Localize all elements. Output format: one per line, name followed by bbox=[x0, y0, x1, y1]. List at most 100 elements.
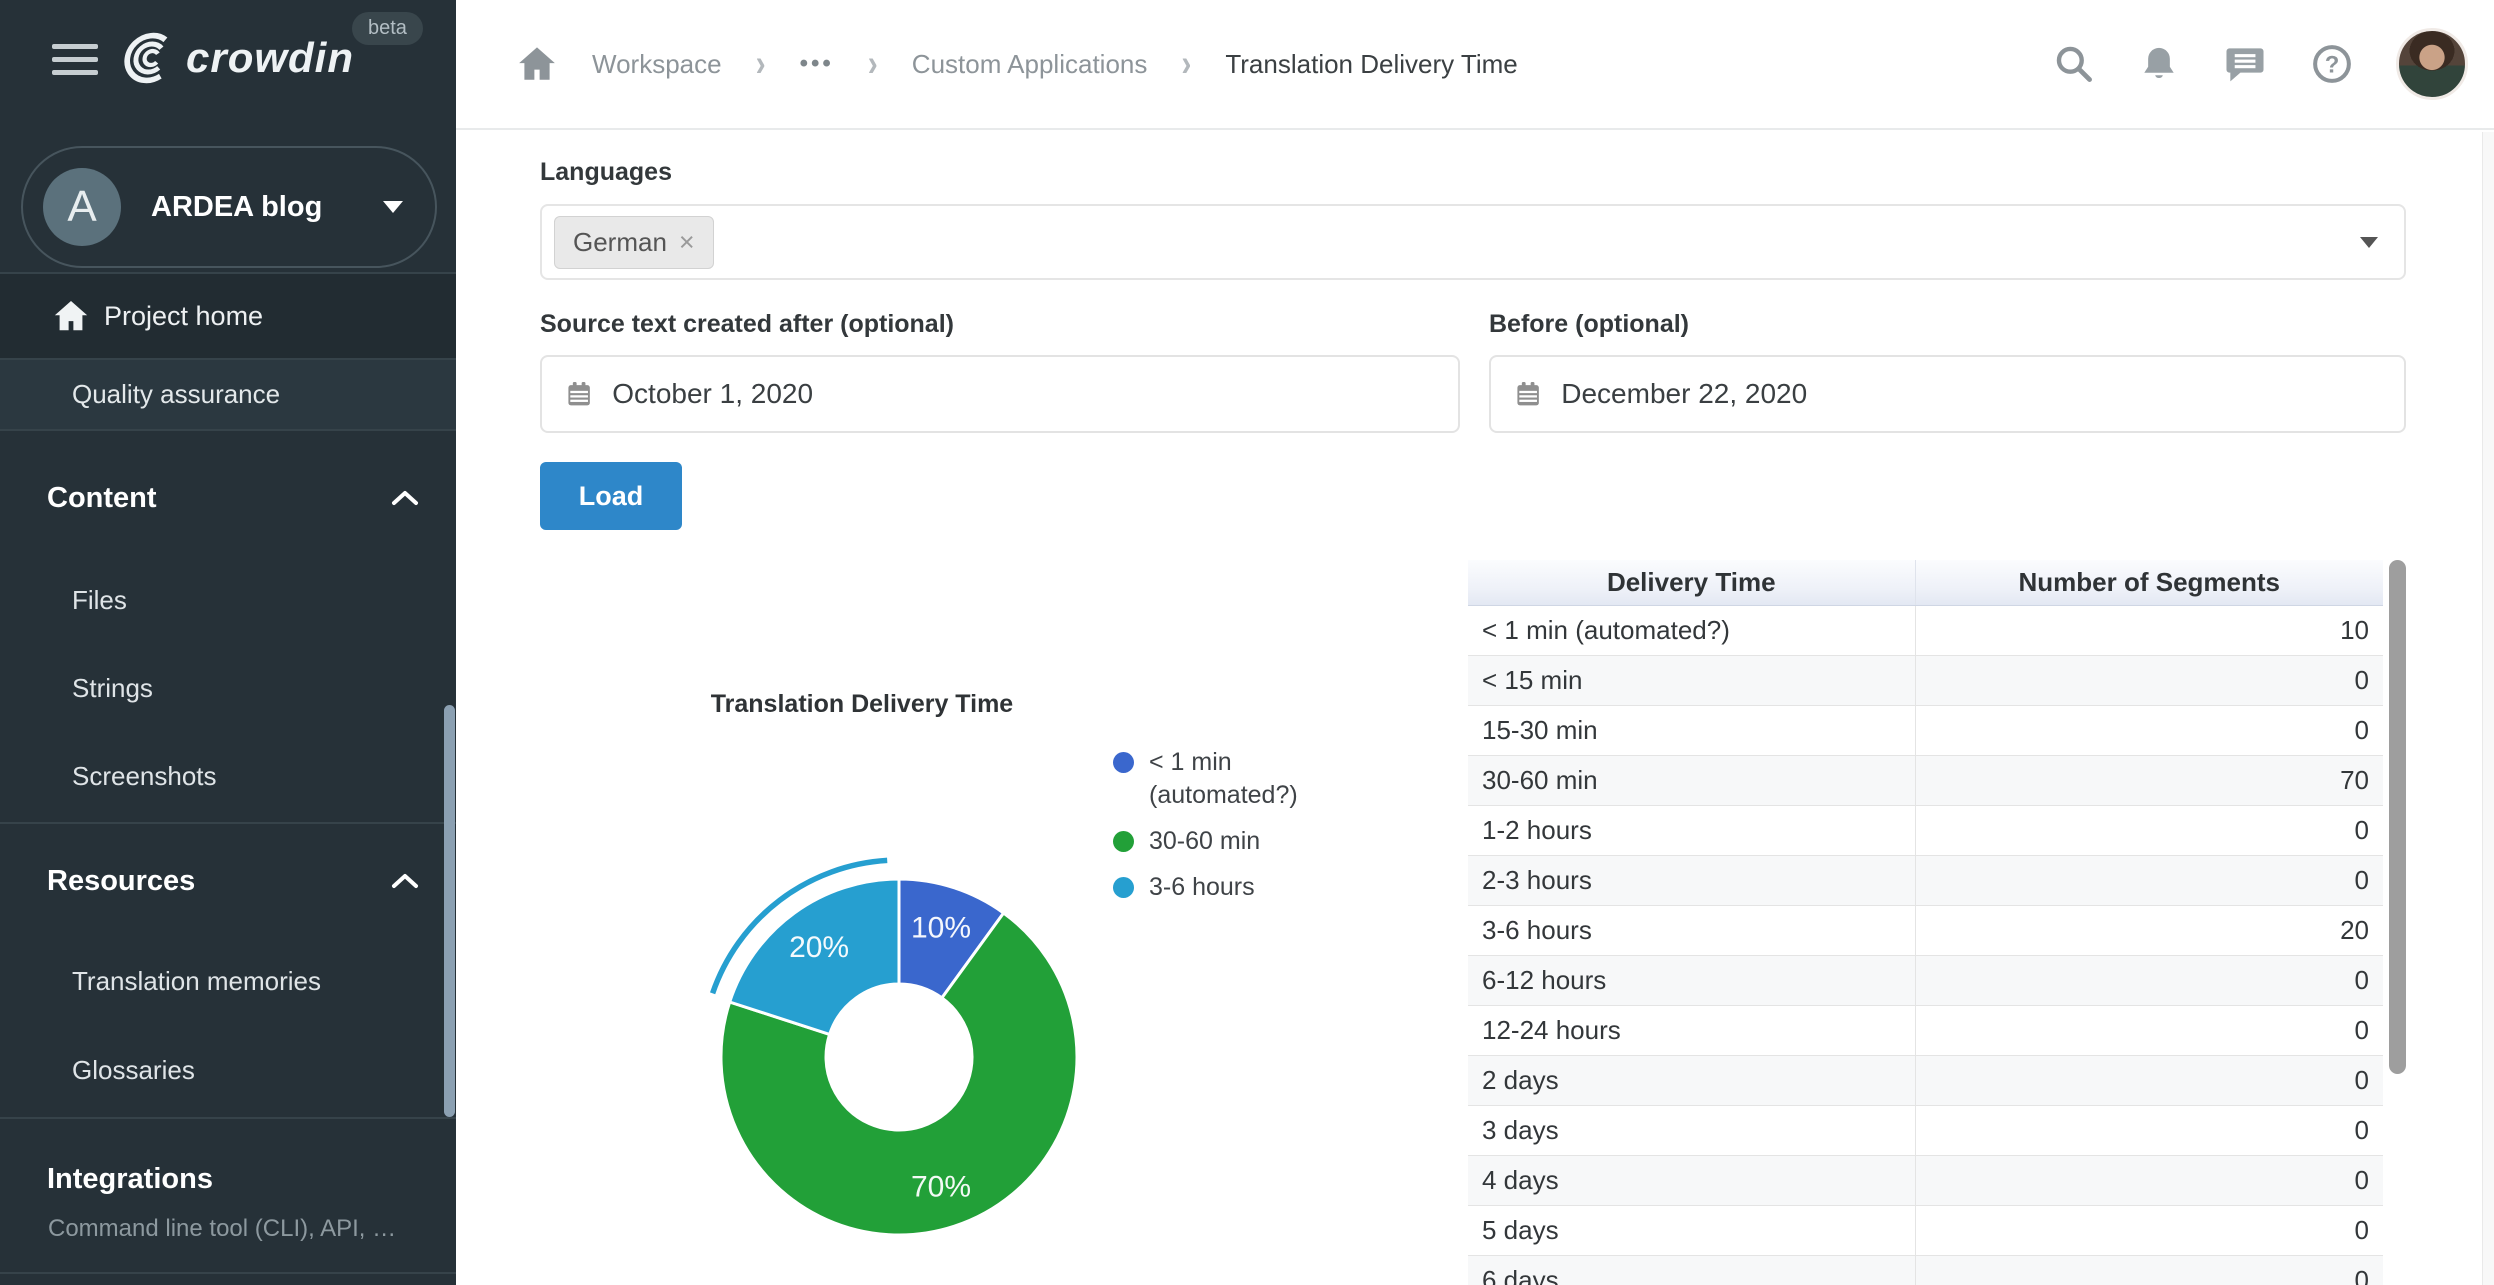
home-icon[interactable] bbox=[516, 43, 558, 85]
breadcrumb-ellipsis-button[interactable]: ••• bbox=[800, 50, 834, 78]
sidebar-item-screenshots[interactable]: Screenshots bbox=[72, 761, 217, 792]
date-before-label: Before (optional) bbox=[1489, 310, 1689, 339]
legend-label: < 1 min(automated?) bbox=[1149, 746, 1298, 812]
chart-title: Translation Delivery Time bbox=[540, 690, 1184, 719]
cell-delivery-time: 4 days bbox=[1468, 1155, 1915, 1205]
integrations-subtitle: Command line tool (CLI), API, … bbox=[48, 1215, 396, 1243]
date-before-input[interactable] bbox=[1561, 378, 2404, 410]
sidebar-item-strings[interactable]: Strings bbox=[72, 673, 153, 704]
legend-item[interactable]: 30-60 min bbox=[1113, 825, 1298, 858]
chevron-down-icon bbox=[383, 201, 403, 213]
notifications-bell-icon[interactable] bbox=[2138, 42, 2180, 86]
legend-label: 30-60 min bbox=[1149, 825, 1260, 858]
date-before-field[interactable] bbox=[1489, 355, 2406, 433]
calendar-icon bbox=[1513, 378, 1543, 410]
project-name: ARDEA blog bbox=[151, 191, 383, 224]
divider bbox=[0, 1272, 456, 1274]
cell-number-of-segments: 0 bbox=[1915, 1005, 2383, 1055]
messages-chat-icon[interactable] bbox=[2222, 42, 2268, 86]
cell-delivery-time: 12-24 hours bbox=[1468, 1005, 1915, 1055]
language-tag: German × bbox=[554, 216, 714, 269]
legend-item[interactable]: 3-6 hours bbox=[1113, 871, 1298, 904]
cell-delivery-time: < 1 min (automated?) bbox=[1468, 605, 1915, 655]
sidebar-item-glossaries[interactable]: Glossaries bbox=[72, 1055, 195, 1086]
sidebar-section-integrations[interactable]: Integrations bbox=[47, 1163, 213, 1196]
table-row: 12-24 hours0 bbox=[1468, 1005, 2383, 1055]
chevron-up-icon[interactable] bbox=[390, 871, 420, 891]
date-after-input[interactable] bbox=[612, 378, 1458, 410]
remove-tag-icon[interactable]: × bbox=[679, 229, 695, 256]
table-scrollbar-thumb[interactable] bbox=[2389, 560, 2406, 1074]
legend-item[interactable]: < 1 min(automated?) bbox=[1113, 746, 1298, 812]
sidebar-item-quality-assurance[interactable]: Quality assurance bbox=[0, 360, 456, 429]
cell-delivery-time: 1-2 hours bbox=[1468, 805, 1915, 855]
sidebar-section-content[interactable]: Content bbox=[47, 482, 157, 515]
breadcrumb-workspace[interactable]: Workspace bbox=[592, 49, 722, 80]
cell-number-of-segments: 20 bbox=[1915, 905, 2383, 955]
breadcrumb-custom-applications[interactable]: Custom Applications bbox=[912, 49, 1148, 80]
beta-badge: beta bbox=[352, 12, 423, 45]
sidebar-item-translation-memories[interactable]: Translation memories bbox=[72, 966, 321, 997]
main-content: Languages German × Source text created a… bbox=[456, 132, 2494, 1285]
cell-delivery-time: 30-60 min bbox=[1468, 755, 1915, 805]
cell-number-of-segments: 0 bbox=[1915, 855, 2383, 905]
cell-delivery-time: 15-30 min bbox=[1468, 705, 1915, 755]
sidebar: crowdin beta A ARDEA blog Project home Q… bbox=[0, 0, 456, 1285]
legend-swatch-icon bbox=[1113, 877, 1134, 898]
col-header-number-of-segments: Number of Segments bbox=[1915, 560, 2383, 605]
hamburger-menu-button[interactable] bbox=[52, 44, 98, 79]
date-after-field[interactable] bbox=[540, 355, 1460, 433]
pie-slice-percent-label: 70% bbox=[911, 1170, 971, 1203]
cell-number-of-segments: 0 bbox=[1915, 1155, 2383, 1205]
table-row: 6 days0 bbox=[1468, 1255, 2383, 1285]
search-icon[interactable] bbox=[2052, 42, 2096, 86]
help-icon[interactable]: ? bbox=[2310, 42, 2354, 86]
pie-slice-percent-label: 10% bbox=[911, 912, 971, 945]
sidebar-item-label: Quality assurance bbox=[72, 379, 280, 410]
table-row: 6-12 hours0 bbox=[1468, 955, 2383, 1005]
legend-swatch-icon bbox=[1113, 752, 1134, 773]
divider bbox=[0, 822, 456, 824]
table-row: 5 days0 bbox=[1468, 1205, 2383, 1255]
sidebar-section-resources[interactable]: Resources bbox=[47, 865, 195, 898]
page-scrollbar-track[interactable] bbox=[2482, 132, 2494, 1285]
divider bbox=[0, 1117, 456, 1119]
sidebar-item-project-home[interactable]: Project home bbox=[0, 274, 456, 358]
cell-number-of-segments: 0 bbox=[1915, 955, 2383, 1005]
cell-number-of-segments: 70 bbox=[1915, 755, 2383, 805]
table-row: < 1 min (automated?)10 bbox=[1468, 605, 2383, 655]
pie-slice-percent-label: 20% bbox=[789, 931, 849, 964]
chevron-right-icon: › bbox=[756, 43, 766, 86]
cell-delivery-time: 5 days bbox=[1468, 1205, 1915, 1255]
table-header-row: Delivery Time Number of Segments bbox=[1468, 560, 2383, 605]
languages-select[interactable]: German × bbox=[540, 204, 2406, 280]
cell-number-of-segments: 0 bbox=[1915, 655, 2383, 705]
cell-number-of-segments: 0 bbox=[1915, 705, 2383, 755]
table-row: < 15 min0 bbox=[1468, 655, 2383, 705]
project-selector[interactable]: A ARDEA blog bbox=[21, 146, 437, 268]
chevron-up-icon[interactable] bbox=[390, 488, 420, 508]
cell-delivery-time: < 15 min bbox=[1468, 655, 1915, 705]
topbar: Workspace › ••• › Custom Applications › … bbox=[456, 0, 2494, 130]
user-avatar[interactable] bbox=[2396, 28, 2468, 100]
table-row: 3 days0 bbox=[1468, 1105, 2383, 1155]
cell-number-of-segments: 0 bbox=[1915, 1255, 2383, 1285]
cell-number-of-segments: 0 bbox=[1915, 1105, 2383, 1155]
col-header-delivery-time: Delivery Time bbox=[1468, 560, 1915, 605]
table-row: 30-60 min70 bbox=[1468, 755, 2383, 805]
load-button[interactable]: Load bbox=[540, 462, 682, 530]
chart-legend: < 1 min(automated?) 30-60 min 3-6 hours bbox=[1113, 746, 1298, 917]
sidebar-scrollbar-thumb[interactable] bbox=[444, 705, 455, 1117]
cell-number-of-segments: 0 bbox=[1915, 805, 2383, 855]
breadcrumb-current-page: Translation Delivery Time bbox=[1225, 49, 1517, 80]
table-row: 2 days0 bbox=[1468, 1055, 2383, 1105]
crowdin-logo-text: crowdin bbox=[186, 34, 354, 82]
table-row: 1-2 hours0 bbox=[1468, 805, 2383, 855]
crowdin-logo-icon bbox=[122, 30, 178, 86]
cell-delivery-time: 3 days bbox=[1468, 1105, 1915, 1155]
crowdin-logo[interactable]: crowdin bbox=[122, 30, 354, 86]
breadcrumb: Workspace › ••• › Custom Applications › … bbox=[516, 0, 1518, 128]
delivery-pie-svg[interactable]: 10% 70% 20% bbox=[684, 842, 1114, 1272]
language-tag-label: German bbox=[573, 227, 667, 258]
sidebar-item-files[interactable]: Files bbox=[72, 585, 127, 616]
